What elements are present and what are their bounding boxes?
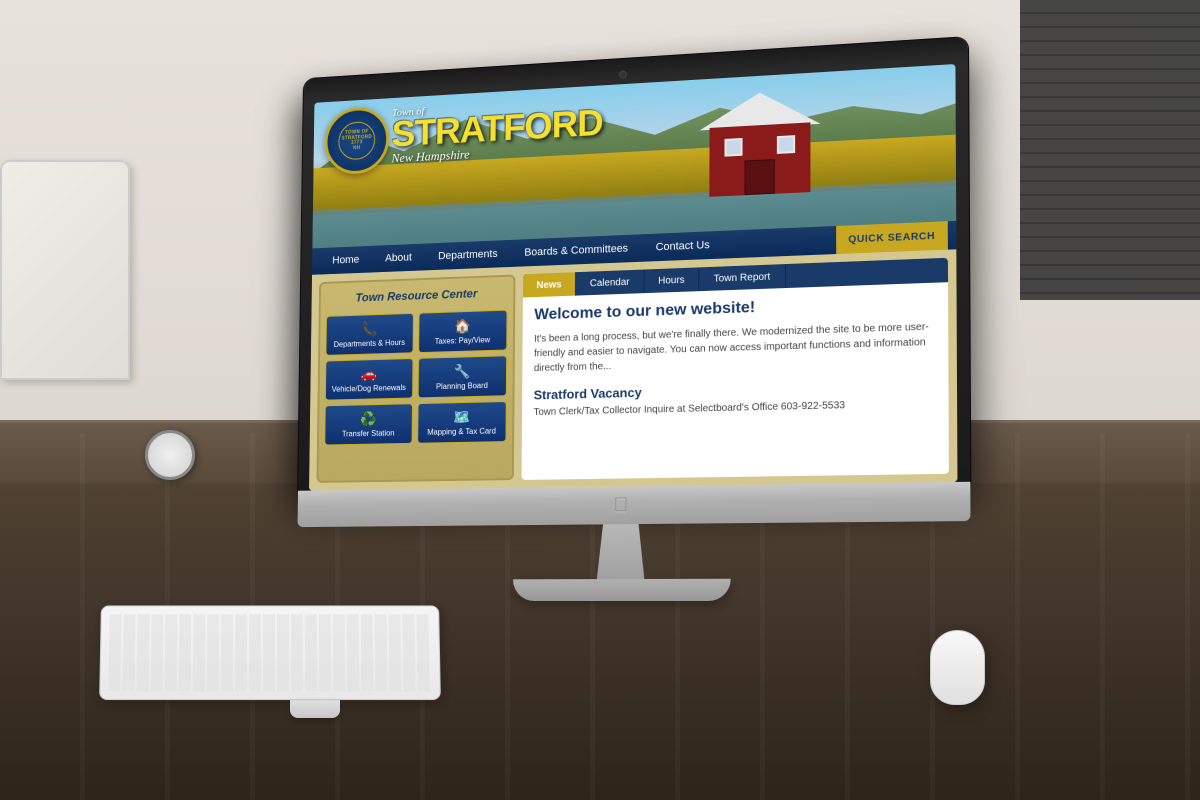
vehicle-icon: 🚗 — [361, 366, 377, 383]
barn-window-right — [777, 135, 795, 154]
nav-boards-committees[interactable]: Boards & Committees — [511, 234, 642, 267]
seal-text: TOWN OFSTRATFORD1773NH — [341, 129, 372, 151]
mapping-label: Mapping & Tax Card — [427, 427, 496, 437]
barn-door — [744, 159, 774, 195]
nav-quick-search[interactable]: QUICK SEARCH — [836, 221, 948, 254]
planning-label: Planning Board — [436, 381, 488, 391]
nav-departments[interactable]: Departments — [425, 240, 511, 270]
keyboard — [99, 605, 441, 700]
resource-btn-vehicle[interactable]: 🚗 Vehicle/Dog Renewals — [325, 358, 413, 401]
resource-btn-planning[interactable]: 🔧 Planning Board — [417, 355, 507, 398]
keyboard-foot — [290, 700, 340, 718]
resource-btn-departments[interactable]: 📞 Departments & Hours — [326, 313, 414, 356]
imac-screen-housing: TOWN OFSTRATFORD1773NH Town of STRATFORD… — [298, 37, 970, 491]
content-area: Town Resource Center 📞 Departments & Hou… — [309, 249, 957, 490]
resource-center: Town Resource Center 📞 Departments & Hou… — [316, 275, 515, 483]
site-header: TOWN OFSTRATFORD1773NH Town of STRATFORD… — [312, 64, 956, 248]
town-name-overlay: Town of STRATFORD New Hampshire — [391, 95, 602, 166]
resource-grid: 📞 Departments & Hours 🏠 Taxes: Pay/View … — [324, 310, 507, 446]
news-content: Welcome to our new website! It's been a … — [522, 282, 949, 480]
imac-screen[interactable]: TOWN OFSTRATFORD1773NH Town of STRATFORD… — [309, 64, 957, 491]
transfer-label: Transfer Station — [342, 429, 395, 439]
tab-news[interactable]: News — [523, 272, 576, 297]
taxes-label: Taxes: Pay/View — [435, 335, 490, 345]
barn-body — [709, 122, 810, 196]
mapping-icon: 🗺️ — [453, 409, 470, 426]
transfer-icon: ♻️ — [360, 411, 376, 428]
planning-icon: 🔧 — [454, 363, 471, 380]
nav-home[interactable]: Home — [319, 246, 372, 275]
imac-stand-base — [513, 579, 731, 601]
news-headline: Welcome to our new website! — [534, 293, 935, 324]
resource-btn-taxes[interactable]: 🏠 Taxes: Pay/View — [418, 310, 508, 353]
news-panel: News Calendar Hours Town Report Welcome … — [522, 258, 949, 480]
barn-window-left — [724, 138, 742, 157]
nav-about[interactable]: About — [372, 244, 425, 273]
mouse — [930, 630, 985, 705]
town-name-title: STRATFORD — [392, 107, 603, 152]
barn — [699, 92, 820, 197]
news-body: It's been a long process, but we're fina… — [534, 319, 936, 376]
website: TOWN OFSTRATFORD1773NH Town of STRATFORD… — [309, 64, 957, 491]
chair-back — [0, 160, 130, 380]
departments-icon: 📞 — [361, 321, 377, 338]
imac-camera — [619, 70, 627, 78]
imac: TOWN OFSTRATFORD1773NH Town of STRATFORD… — [296, 37, 970, 601]
nav-contact[interactable]: Contact Us — [642, 231, 724, 262]
tab-calendar[interactable]: Calendar — [576, 270, 644, 296]
resource-btn-transfer[interactable]: ♻️ Transfer Station — [324, 403, 412, 445]
taxes-icon: 🏠 — [454, 318, 471, 335]
seal-inner: TOWN OFSTRATFORD1773NH — [338, 121, 375, 161]
tab-town-report[interactable]: Town Report — [700, 264, 786, 291]
imac-stand-neck — [591, 524, 651, 579]
window-blind — [1020, 0, 1200, 300]
apple-logo-icon:  — [613, 494, 628, 517]
resource-btn-mapping[interactable]: 🗺️ Mapping & Tax Card — [417, 401, 507, 444]
vehicle-label: Vehicle/Dog Renewals — [332, 383, 406, 394]
resource-center-title: Town Resource Center — [326, 283, 508, 309]
tab-hours[interactable]: Hours — [644, 267, 699, 293]
departments-label: Departments & Hours — [334, 338, 405, 349]
chair — [0, 160, 160, 480]
imac-chin:  — [298, 482, 971, 527]
